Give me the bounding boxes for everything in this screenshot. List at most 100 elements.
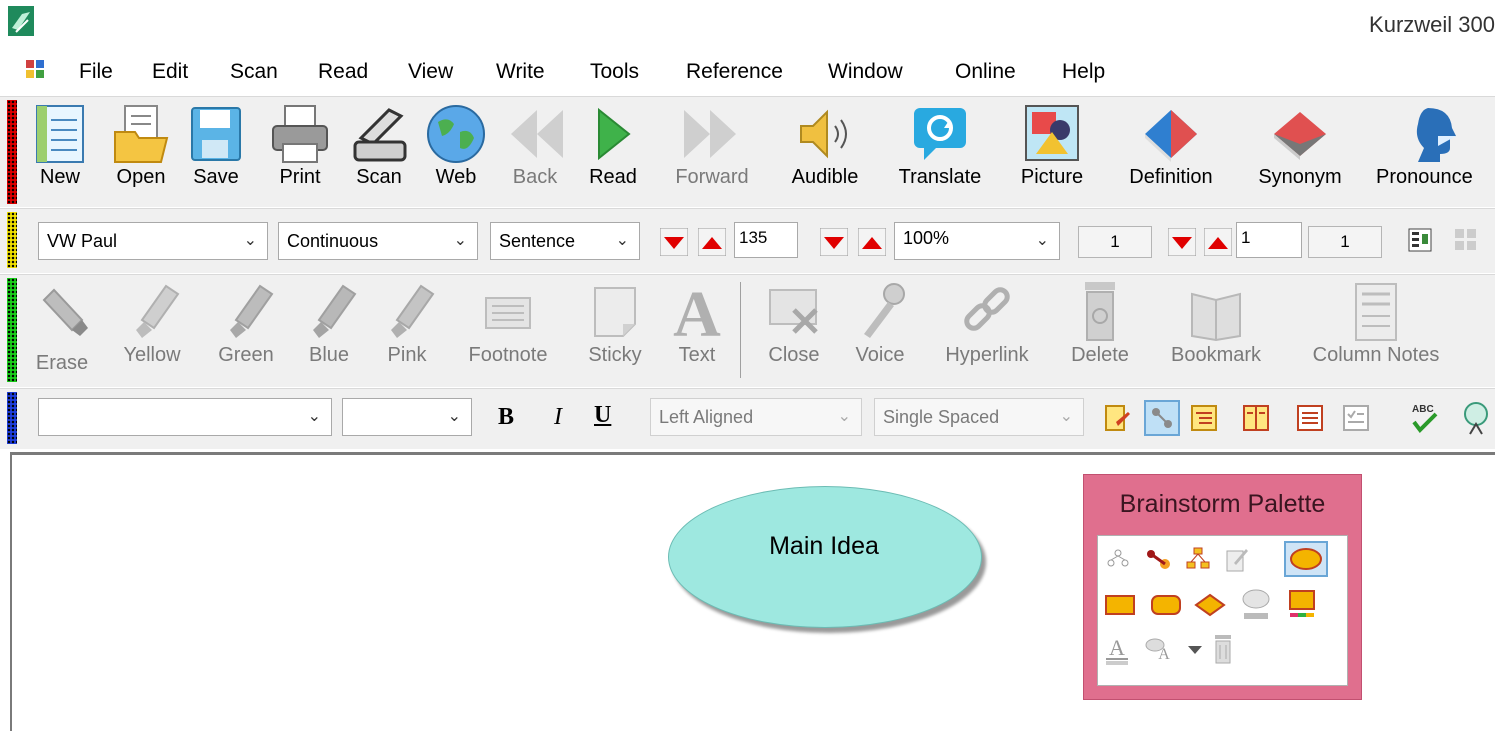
footnote-button[interactable]: Footnote [456, 280, 560, 367]
bold-button[interactable]: B [498, 404, 514, 431]
scan-button[interactable]: Scan [348, 102, 410, 189]
word-prediction-icon[interactable] [1458, 400, 1495, 436]
forward-button[interactable]: Forward [664, 102, 760, 189]
speed-down-icon[interactable] [660, 228, 688, 256]
save-button[interactable]: Save [188, 102, 244, 189]
column-notes-button[interactable]: Column Notes [1292, 280, 1460, 367]
alignment-value: Left Aligned [659, 407, 754, 427]
menu-online[interactable]: Online [955, 60, 1016, 84]
page-number-button[interactable]: 1 [1078, 226, 1152, 258]
zoom-select[interactable]: 100% ⌄ [894, 222, 1060, 260]
text-note-button[interactable]: A Text [664, 280, 730, 367]
topic-card-icon[interactable] [1286, 587, 1318, 621]
synonym-button[interactable]: Synonym [1246, 102, 1354, 189]
zoom-down-icon[interactable] [820, 228, 848, 256]
picture-button[interactable]: Picture [1010, 102, 1094, 189]
columns-view-icon[interactable] [1242, 404, 1270, 432]
outline-tree-icon[interactable] [1184, 545, 1212, 573]
font-select[interactable]: ⌄ [38, 398, 332, 436]
spacing-select[interactable]: Single Spaced ⌄ [874, 398, 1084, 436]
system-menu-icon[interactable] [26, 60, 44, 78]
menu-view[interactable]: View [408, 60, 453, 84]
highlighter-yellow-icon [136, 284, 180, 338]
menu-write[interactable]: Write [496, 60, 545, 84]
speed-up-icon[interactable] [698, 228, 726, 256]
definition-button[interactable]: Definition [1116, 102, 1226, 189]
menu-tools[interactable]: Tools [590, 60, 639, 84]
page-up-icon[interactable] [1204, 228, 1232, 256]
print-label: Print [279, 166, 321, 188]
menu-scan[interactable]: Scan [230, 60, 278, 84]
web-label: Web [435, 166, 477, 188]
column-button[interactable]: 1 [1308, 226, 1382, 258]
delete-item-icon[interactable] [1210, 633, 1236, 667]
translate-button[interactable]: Translate [890, 102, 990, 189]
menu-read[interactable]: Read [318, 60, 368, 84]
diamond-shape-icon[interactable] [1194, 591, 1226, 619]
text-style-icon[interactable]: A [1102, 633, 1132, 667]
green-highlighter-button[interactable]: Green [206, 280, 286, 367]
format-toolbar-grip[interactable] [7, 392, 17, 444]
new-button[interactable]: New [30, 102, 90, 189]
close-notes-button[interactable]: Close [756, 280, 832, 367]
column-notes-icon [1355, 283, 1397, 341]
brainstorm-view-icon[interactable] [1144, 400, 1180, 436]
symbol-shape-icon[interactable] [1240, 587, 1272, 621]
read-button[interactable]: Read [584, 102, 642, 189]
diagram-layout-icon[interactable] [1104, 545, 1132, 573]
bookmark-button[interactable]: Bookmark [1154, 280, 1278, 367]
page-field[interactable]: 1 [1236, 222, 1302, 258]
reading-toolbar-grip[interactable] [7, 212, 17, 268]
erase-button[interactable]: Erase [30, 280, 94, 375]
menu-file[interactable]: File [79, 60, 113, 84]
print-button[interactable]: Print [268, 102, 332, 189]
menu-help[interactable]: Help [1062, 60, 1105, 84]
pink-highlighter-button[interactable]: Pink [372, 280, 442, 367]
hyperlink-label: Hyperlink [945, 344, 1029, 366]
pronounce-button[interactable]: Pronounce [1376, 102, 1495, 189]
edit-document-icon[interactable] [1102, 404, 1130, 432]
highlight-toolbar-grip[interactable] [7, 278, 17, 382]
web-button[interactable]: Web [424, 102, 488, 189]
page-down-icon[interactable] [1168, 228, 1196, 256]
delete-button[interactable]: Delete [1060, 280, 1140, 367]
hyperlink-button[interactable]: Hyperlink [930, 280, 1044, 367]
voice-select[interactable]: VW Paul ⌄ [38, 222, 268, 260]
rounded-rectangle-shape-icon[interactable] [1150, 591, 1182, 619]
layout-view-icon[interactable] [1408, 228, 1432, 252]
kurzweil-logo-icon[interactable] [8, 6, 34, 36]
rectangle-shape-icon[interactable] [1104, 591, 1136, 619]
note-pencil-icon[interactable] [1222, 545, 1250, 573]
ellipse-shape-icon[interactable] [1284, 541, 1328, 577]
italic-button[interactable]: I [554, 404, 562, 431]
document-view-icon[interactable] [1296, 404, 1324, 432]
reading-mode-select[interactable]: Continuous ⌄ [278, 222, 478, 260]
column-notes-label: Column Notes [1312, 344, 1440, 366]
alignment-select[interactable]: Left Aligned ⌄ [650, 398, 862, 436]
reading-speed-field[interactable]: 135 [734, 222, 798, 258]
reading-unit-select[interactable]: Sentence ⌄ [490, 222, 640, 260]
bookmark-book-icon [1191, 292, 1241, 342]
sticky-note-button[interactable]: Sticky [578, 280, 652, 367]
menu-window[interactable]: Window [828, 60, 903, 84]
main-idea-text: Main Idea [769, 532, 879, 560]
underline-button[interactable]: U [594, 402, 611, 429]
grid-view-icon[interactable] [1454, 228, 1478, 252]
spell-check-icon[interactable]: ABC [1408, 400, 1440, 434]
link-topics-icon[interactable] [1144, 545, 1172, 573]
dropdown-arrow-icon[interactable] [1186, 640, 1204, 658]
font-size-select[interactable]: ⌄ [342, 398, 472, 436]
yellow-highlighter-button[interactable]: Yellow [110, 280, 194, 367]
main-toolbar-grip[interactable] [7, 100, 17, 204]
menu-edit[interactable]: Edit [152, 60, 188, 84]
symbol-text-icon[interactable]: A [1144, 635, 1174, 663]
zoom-up-icon[interactable] [858, 228, 886, 256]
checklist-icon[interactable] [1342, 404, 1370, 432]
voice-note-button[interactable]: Voice [842, 280, 918, 367]
audible-button[interactable]: Audible [780, 102, 870, 189]
blue-highlighter-button[interactable]: Blue [294, 280, 364, 367]
menu-reference[interactable]: Reference [686, 60, 783, 84]
back-button[interactable]: Back [500, 102, 570, 189]
outline-view-icon[interactable] [1190, 404, 1218, 432]
open-button[interactable]: Open [108, 102, 174, 189]
